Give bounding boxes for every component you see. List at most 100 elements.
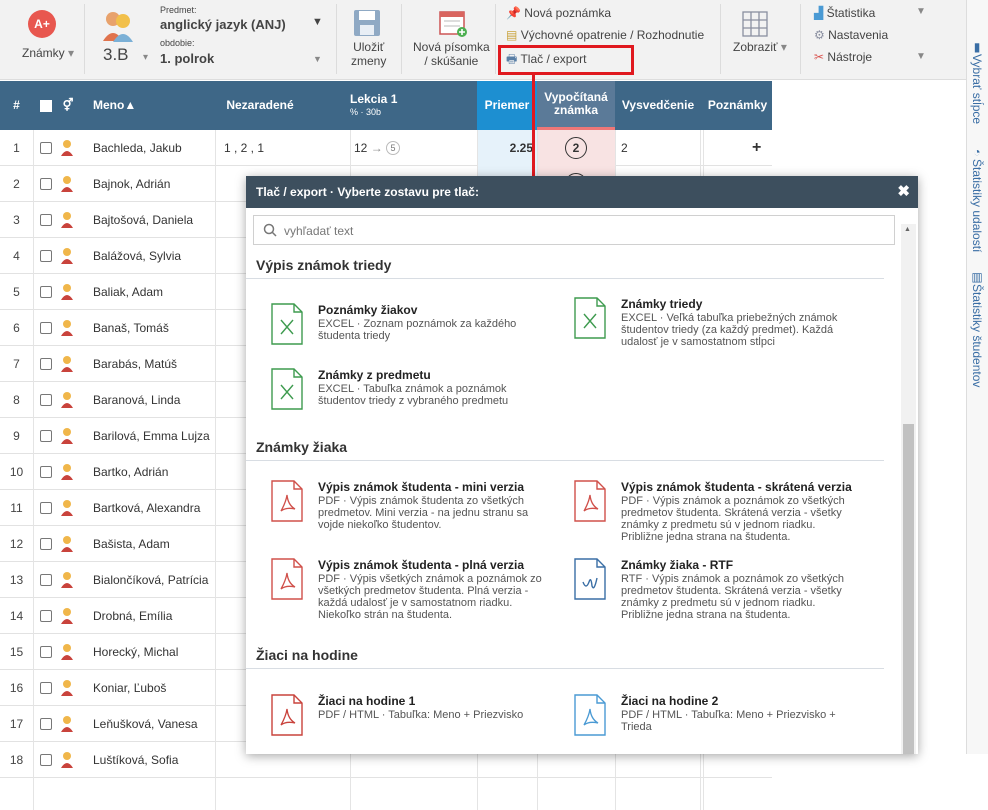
student-name[interactable]: Barilová, Emma Lujza bbox=[93, 418, 210, 453]
student-name[interactable]: Baliak, Adam bbox=[93, 274, 163, 309]
close-icon[interactable]: ✖ bbox=[897, 182, 910, 200]
excel-file-icon bbox=[271, 303, 303, 345]
student-icon[interactable] bbox=[60, 211, 74, 228]
student-name[interactable]: Barabás, Matúš bbox=[93, 346, 177, 381]
row-checkbox[interactable] bbox=[40, 394, 52, 406]
select-all-checkbox[interactable] bbox=[38, 81, 54, 130]
student-icon[interactable] bbox=[60, 283, 74, 300]
student-icon[interactable] bbox=[60, 247, 74, 264]
student-name[interactable]: Baranová, Linda bbox=[93, 382, 180, 417]
row-checkbox[interactable] bbox=[40, 430, 52, 442]
student-name[interactable]: Bajtošová, Daniela bbox=[93, 202, 193, 237]
col-computed[interactable]: Vypočítaná známka bbox=[537, 81, 615, 130]
student-icon[interactable] bbox=[60, 643, 74, 660]
select-columns-tab[interactable]: ▮ Vybrať stĺpce bbox=[966, 40, 988, 140]
calendar-add-icon[interactable] bbox=[438, 8, 468, 38]
grid-view-icon[interactable] bbox=[741, 10, 771, 40]
student-icon[interactable] bbox=[60, 715, 74, 732]
tools-menu[interactable]: ✂ Nástroje bbox=[814, 50, 872, 64]
col-unassigned[interactable]: Nezaradené bbox=[215, 81, 305, 130]
search-input[interactable]: vyhľadať text bbox=[253, 215, 895, 245]
student-icon[interactable] bbox=[60, 139, 74, 156]
row-checkbox[interactable] bbox=[40, 502, 52, 514]
student-icon[interactable] bbox=[60, 391, 74, 408]
col-lesson[interactable]: Lekcia 1% · 30b bbox=[350, 81, 410, 130]
row-checkbox[interactable] bbox=[40, 322, 52, 334]
measure-button[interactable]: ▤ Výchovné opatrenie / Rozhodnutie bbox=[506, 28, 704, 42]
col-notes[interactable]: Poznámky bbox=[703, 81, 772, 130]
student-icon[interactable] bbox=[60, 607, 74, 624]
student-name[interactable]: Koniar, Ľuboš bbox=[93, 670, 166, 705]
report-grade[interactable]: 2 bbox=[621, 130, 628, 165]
student-name[interactable]: Bialončíková, Patrícia bbox=[93, 562, 208, 597]
chevron-down-icon: ▼ bbox=[916, 6, 926, 17]
row-checkbox[interactable] bbox=[40, 178, 52, 190]
student-name[interactable]: Drobná, Emília bbox=[93, 598, 172, 633]
student-stats-tab[interactable]: ▥ Štatistiky študentov bbox=[966, 270, 988, 390]
row-number: 18 bbox=[9, 752, 24, 767]
new-test-button[interactable]: Nová písomka / skúšanie bbox=[413, 40, 490, 68]
subject-select[interactable]: anglický jazyk (ANJ) bbox=[160, 17, 286, 32]
student-name[interactable]: Bartko, Adrián bbox=[93, 454, 168, 489]
unassigned-grades[interactable]: 1 , 2 , 1 bbox=[224, 130, 264, 165]
student-icon[interactable] bbox=[60, 535, 74, 552]
student-icon[interactable] bbox=[60, 355, 74, 372]
period-caption: obdobie: bbox=[160, 38, 195, 48]
student-name[interactable]: Bajnok, Adrián bbox=[93, 166, 170, 201]
excel-file-icon bbox=[271, 368, 303, 410]
class-name[interactable]: 3.B bbox=[103, 45, 129, 65]
lesson-grade[interactable]: 12 → 5 bbox=[354, 130, 401, 165]
grades-logo-icon[interactable]: A+ bbox=[28, 10, 56, 38]
scroll-up-icon[interactable]: ▲ bbox=[904, 226, 911, 233]
row-checkbox[interactable] bbox=[40, 718, 52, 730]
row-checkbox[interactable] bbox=[40, 250, 52, 262]
chevron-down-icon: ▼ bbox=[916, 51, 926, 62]
save-icon[interactable] bbox=[352, 8, 382, 38]
settings-menu[interactable]: ⚙ Nastavenia bbox=[814, 28, 888, 42]
col-name[interactable]: Meno ▲ bbox=[93, 81, 153, 130]
student-icon[interactable] bbox=[60, 319, 74, 336]
scrollbar-thumb[interactable] bbox=[903, 424, 914, 754]
subject-caption: Predmet: bbox=[160, 5, 197, 15]
student-name[interactable]: Bašista, Adam bbox=[93, 526, 170, 561]
student-icon[interactable] bbox=[60, 679, 74, 696]
event-stats-tab[interactable]: ◔ Štatistiky udalostí bbox=[966, 145, 988, 260]
student-icon[interactable] bbox=[60, 463, 74, 480]
save-button[interactable]: Uložiť zmeny bbox=[351, 40, 386, 68]
student-icon[interactable] bbox=[60, 571, 74, 588]
row-checkbox[interactable] bbox=[40, 610, 52, 622]
student-name[interactable]: Horecký, Michal bbox=[93, 634, 178, 669]
student-icon[interactable] bbox=[60, 427, 74, 444]
statistics-menu[interactable]: ▟ Štatistika bbox=[814, 6, 875, 20]
student-name[interactable]: Luštíková, Sofia bbox=[93, 742, 178, 777]
row-checkbox[interactable] bbox=[40, 358, 52, 370]
student-name[interactable]: Leňušková, Vanesa bbox=[93, 706, 198, 741]
row-checkbox[interactable] bbox=[40, 754, 52, 766]
row-checkbox[interactable] bbox=[40, 214, 52, 226]
scrollbar[interactable]: ▲ bbox=[901, 224, 916, 754]
period-select[interactable]: 1. polrok bbox=[160, 51, 214, 66]
row-checkbox[interactable] bbox=[40, 538, 52, 550]
student-name[interactable]: Balážová, Sylvia bbox=[93, 238, 181, 273]
student-icon[interactable] bbox=[60, 175, 74, 192]
row-checkbox[interactable] bbox=[40, 574, 52, 586]
student-icon[interactable] bbox=[60, 499, 74, 516]
new-note-button[interactable]: 📌 Nová poznámka bbox=[506, 6, 611, 20]
col-report[interactable]: Vysvedčenie bbox=[616, 81, 700, 130]
row-checkbox[interactable] bbox=[40, 286, 52, 298]
new-note-label: Nová poznámka bbox=[524, 6, 612, 20]
student-name[interactable]: Bartková, Alexandra bbox=[93, 490, 200, 525]
row-checkbox[interactable] bbox=[40, 646, 52, 658]
col-average[interactable]: Priemer bbox=[477, 81, 537, 130]
view-menu[interactable]: Zobraziť ▾ bbox=[733, 40, 787, 54]
row-checkbox[interactable] bbox=[40, 142, 52, 154]
row-number: 8 bbox=[13, 392, 20, 407]
add-note-button[interactable]: + bbox=[752, 130, 761, 165]
row-checkbox[interactable] bbox=[40, 466, 52, 478]
grades-menu[interactable]: Známky ▾ bbox=[22, 46, 74, 60]
row-number: 11 bbox=[10, 500, 23, 515]
student-name[interactable]: Bachleda, Jakub bbox=[93, 130, 182, 165]
row-checkbox[interactable] bbox=[40, 682, 52, 694]
student-name[interactable]: Banaš, Tomáš bbox=[93, 310, 169, 345]
gender-icon[interactable]: ⚥ bbox=[60, 81, 76, 130]
